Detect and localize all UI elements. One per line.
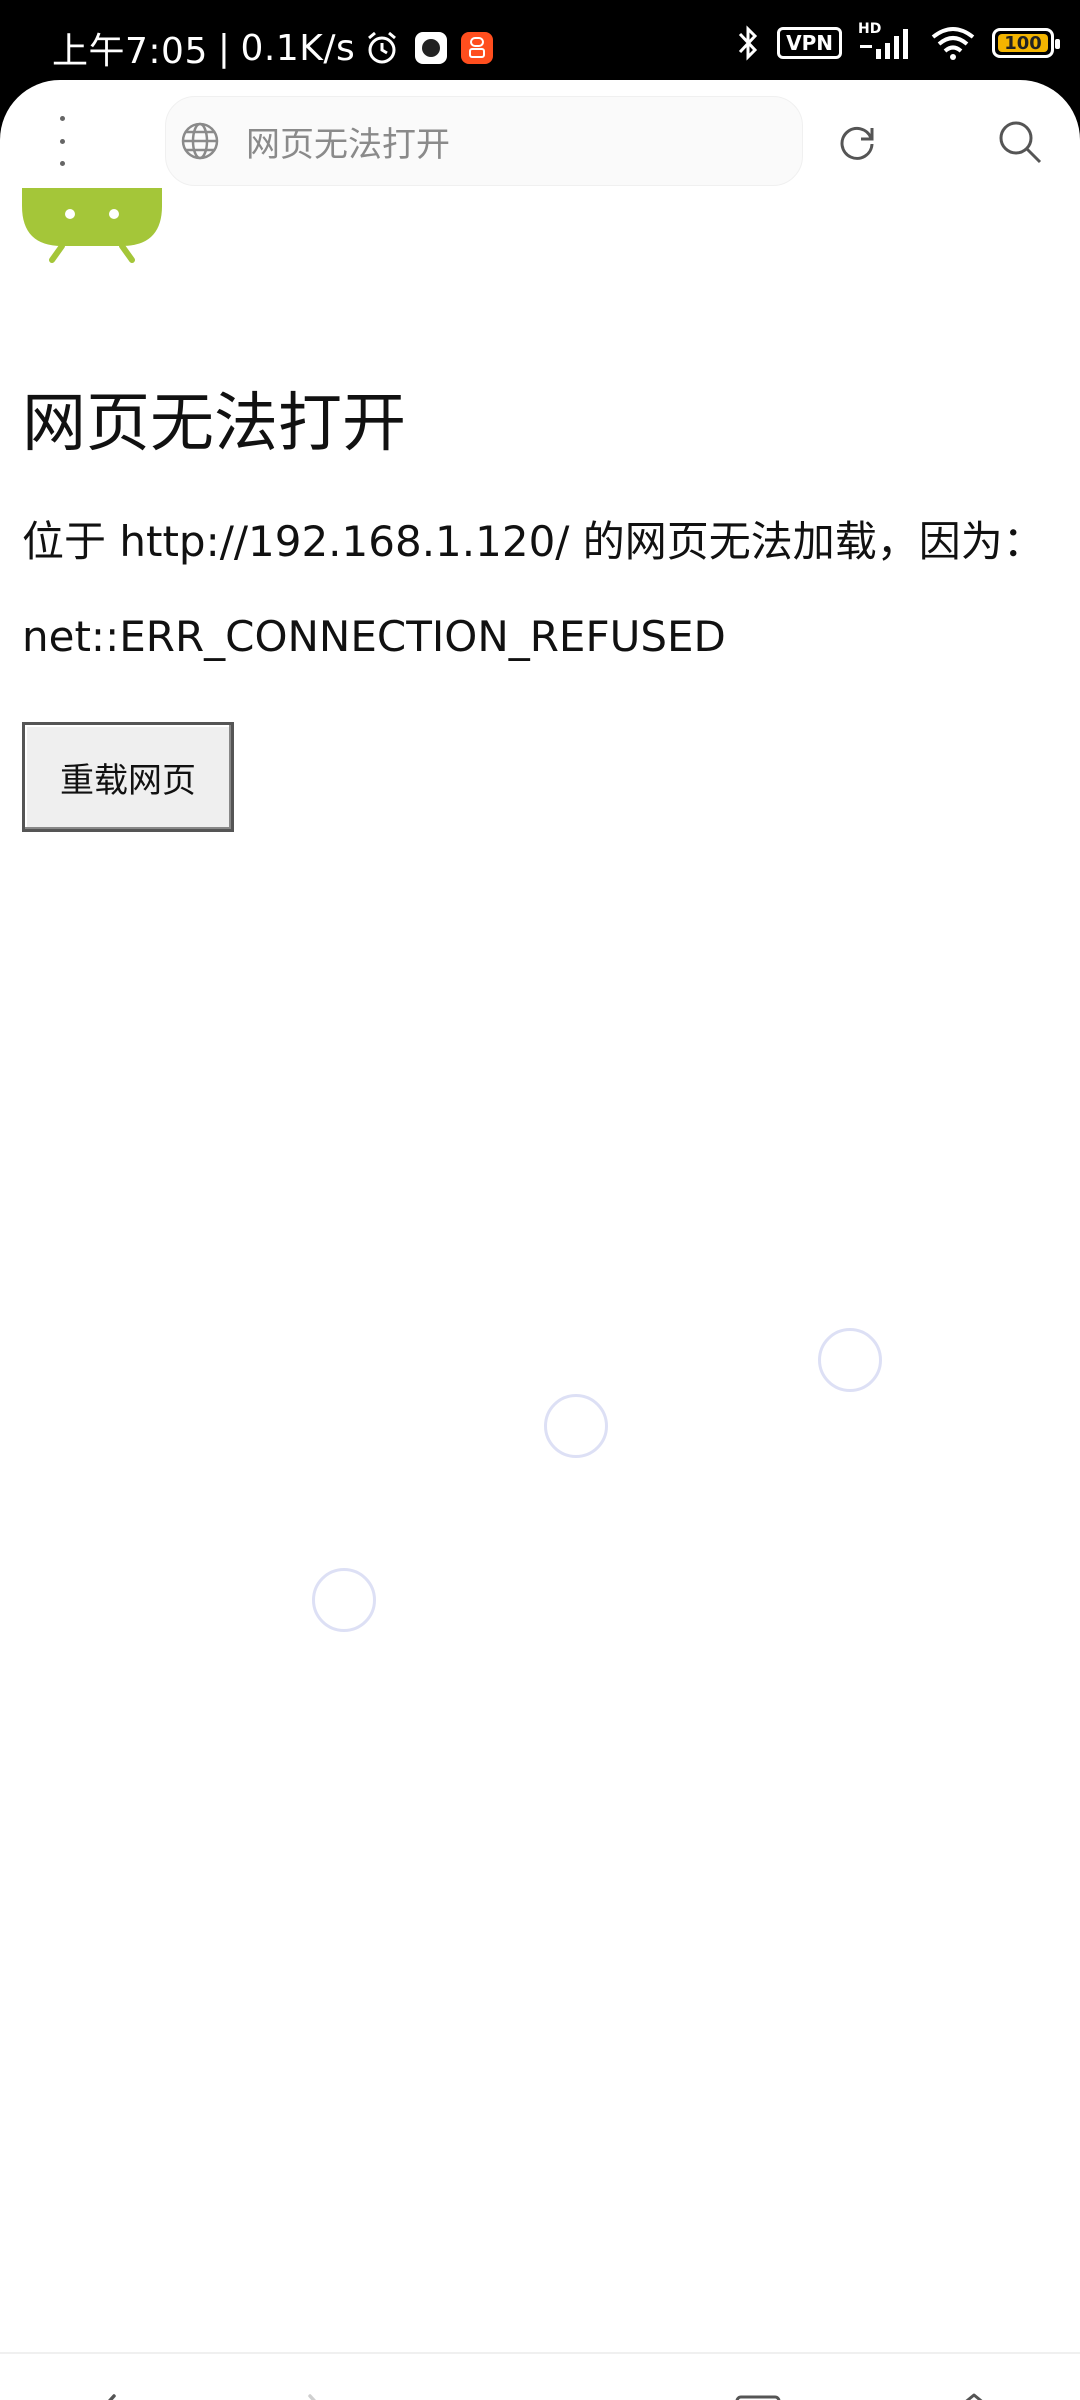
battery-level-text: 100 <box>1004 32 1042 54</box>
home-icon <box>965 2393 983 2400</box>
back-button[interactable] <box>68 2382 140 2400</box>
loading-ring <box>818 1328 882 1392</box>
address-bar-text: 网页无法打开 <box>246 124 450 165</box>
more-vertical-icon-dot <box>59 138 65 144</box>
reload-icon[interactable] <box>835 120 879 164</box>
android-logo-icon <box>22 188 162 263</box>
screen: 上午7:05 | 0.1K/s VPN HD 100 网页无法打开 网页无法打开… <box>0 0 1080 2400</box>
address-bar[interactable]: 网页无法打开 <box>165 96 803 186</box>
kuaishou-app-icon <box>461 32 494 64</box>
alarm-icon <box>368 31 397 64</box>
globe-icon <box>181 122 219 160</box>
status-separator: | <box>217 27 231 69</box>
hamburger-icon <box>513 2393 563 2400</box>
battery-indicator: 100 <box>992 28 1060 58</box>
browser-window: 网页无法打开 网页无法打开 位于 http://192.168.1.120/ 的… <box>0 80 1080 2400</box>
chevron-left-icon <box>107 2394 116 2400</box>
vpn-badge: VPN <box>777 27 842 59</box>
browser-toolbar: 网页无法打开 <box>0 80 1080 200</box>
reload-page-button[interactable]: 重载网页 <box>22 722 234 832</box>
more-vertical-icon-dot <box>59 161 65 166</box>
bottom-navigation <box>0 2352 1080 2400</box>
loading-ring <box>544 1394 608 1458</box>
status-left: 上午7:05 | 0.1K/s <box>52 22 494 74</box>
more-vertical-icon-dot <box>59 116 65 121</box>
error-code: net::ERR_CONNECTION_REFUSED <box>22 612 726 661</box>
more-menu-button[interactable] <box>40 116 84 166</box>
compass-app-icon <box>415 32 448 64</box>
loading-ring <box>312 1568 376 1632</box>
windows-button[interactable] <box>722 2382 794 2400</box>
signal-indicator: HD <box>858 21 914 61</box>
square-icon <box>735 2395 781 2400</box>
status-time: 上午7:05 <box>52 31 208 72</box>
search-icon[interactable] <box>996 118 1044 166</box>
bluetooth-icon <box>739 25 758 61</box>
wifi-icon <box>931 27 975 60</box>
status-right: VPN HD 100 <box>735 21 1060 62</box>
menu-button[interactable] <box>502 2382 574 2400</box>
page-title: 网页无法打开 <box>22 387 406 461</box>
signal-icon <box>860 29 908 59</box>
chevron-right-icon <box>308 2394 317 2400</box>
status-bar: 上午7:05 | 0.1K/s VPN HD 100 <box>0 0 1080 80</box>
error-message: 位于 http://192.168.1.120/ 的网页无法加载，因为： <box>22 517 1045 566</box>
status-net-speed: 0.1K/s <box>240 27 356 69</box>
forward-button[interactable] <box>284 2382 356 2400</box>
home-button[interactable] <box>938 2382 1010 2400</box>
